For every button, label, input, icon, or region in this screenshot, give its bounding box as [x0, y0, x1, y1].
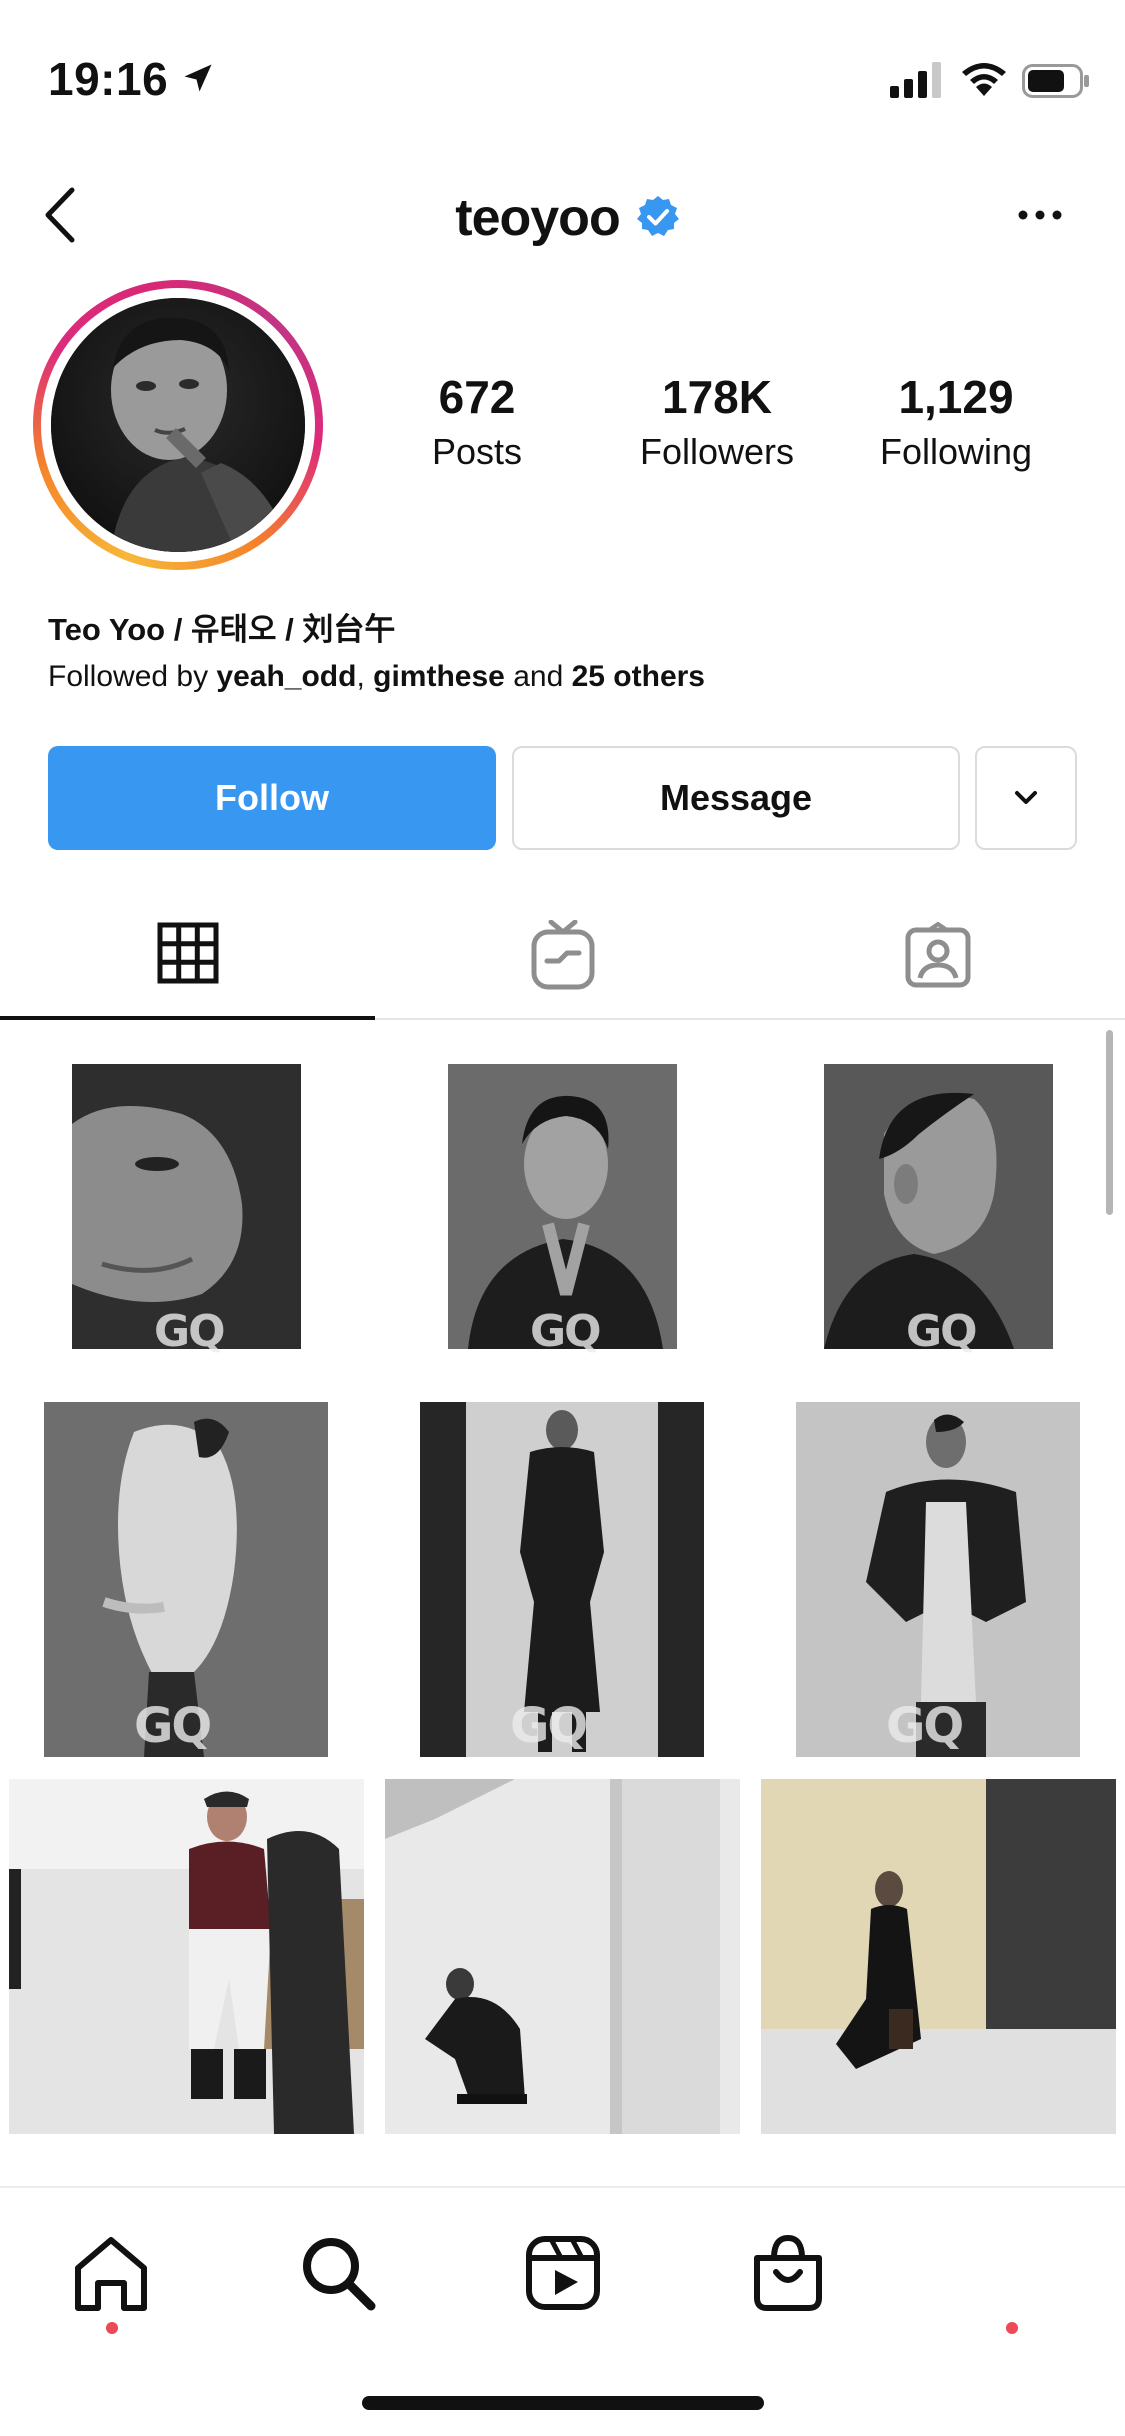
following-label: Following — [879, 430, 1033, 472]
mutual-follower-2[interactable]: gimthese — [373, 660, 505, 693]
grid-icon — [157, 922, 218, 984]
followed-by-and: and — [504, 660, 572, 693]
post-thumbnail[interactable] — [761, 1779, 1116, 2134]
message-button-label: Message — [659, 777, 813, 818]
avatar[interactable] — [51, 298, 305, 552]
followers-count: 178K — [662, 371, 772, 423]
suggested-dropdown-button[interactable] — [975, 746, 1077, 850]
battery-icon — [1022, 64, 1089, 98]
post-thumbnail[interactable]: GQ — [761, 1026, 1116, 1381]
stat-following[interactable]: 1,129 Following — [836, 372, 1076, 473]
stat-posts[interactable]: 672 Posts — [357, 372, 597, 473]
cellular-signal-icon — [890, 62, 941, 98]
following-count: 1,129 — [898, 371, 1014, 423]
location-arrow-icon — [184, 64, 212, 92]
gq-watermark: GQ — [886, 1698, 964, 1754]
story-ring[interactable] — [33, 280, 323, 570]
chevron-down-icon — [1015, 791, 1037, 804]
more-options-icon[interactable] — [1015, 200, 1065, 230]
followed-by-prefix: Followed by — [48, 660, 217, 693]
profile-notification-dot — [1006, 2322, 1018, 2334]
tab-tagged[interactable] — [750, 890, 1125, 1020]
post-thumbnail[interactable]: GQ — [9, 1026, 364, 1381]
verified-badge-icon — [637, 196, 679, 236]
mutual-follower-1[interactable]: yeah_odd — [216, 660, 356, 693]
followed-by-text[interactable]: Followed by yeah_odd, gimthese and 25 ot… — [48, 660, 705, 694]
gq-watermark: GQ — [510, 1698, 588, 1754]
home-indicator[interactable] — [362, 2396, 764, 2410]
gq-watermark: GQ — [154, 1306, 226, 1357]
gq-watermark: GQ — [906, 1306, 978, 1357]
posts-count: 672 — [438, 371, 516, 423]
stat-followers[interactable]: 178K Followers — [597, 372, 837, 473]
profile-header: teoyoo — [0, 160, 1125, 270]
post-photo — [9, 1779, 364, 2134]
post-thumbnail[interactable]: GQ — [385, 1026, 740, 1381]
follow-button[interactable]: Follow — [48, 746, 496, 850]
followers-label: Followers — [639, 430, 795, 472]
posts-label: Posts — [431, 430, 523, 472]
post-thumbnail[interactable]: GQ — [761, 1402, 1116, 1757]
tagged-person-icon — [905, 922, 970, 988]
gq-watermark: GQ — [134, 1698, 212, 1754]
shop-icon[interactable] — [743, 2228, 833, 2318]
status-time: 19:16 — [48, 53, 169, 105]
mutual-followers-others[interactable]: 25 others — [572, 660, 705, 693]
gq-watermark: GQ — [530, 1306, 602, 1357]
followed-by-separator: , — [356, 660, 374, 693]
reels-icon[interactable] — [518, 2228, 608, 2318]
avatar-photo — [51, 298, 305, 552]
post-photo — [761, 1779, 1116, 2134]
profile-tabs — [0, 890, 1125, 1020]
post-photo — [385, 1779, 740, 2134]
grid-scrollbar[interactable] — [1106, 1030, 1113, 1215]
tab-posts-grid[interactable] — [0, 890, 375, 1020]
follow-button-label: Follow — [215, 777, 329, 818]
status-bar: 19:16 — [0, 0, 1125, 150]
igtv-icon — [531, 920, 594, 990]
post-thumbnail[interactable] — [385, 1779, 740, 2134]
profile-icon[interactable] — [968, 2228, 1058, 2318]
profile-full-name: Teo Yoo / 유태오 / 刘台午 — [48, 612, 396, 647]
search-icon[interactable] — [293, 2228, 383, 2318]
home-notification-dot — [106, 2322, 118, 2334]
posts-grid: GQ GQ GQ GQ GQ GQ — [0, 1026, 1125, 2136]
post-thumbnail[interactable] — [9, 1779, 364, 2134]
home-icon[interactable] — [66, 2228, 156, 2318]
message-button[interactable]: Message — [512, 746, 960, 850]
tab-igtv[interactable] — [375, 890, 750, 1020]
post-thumbnail[interactable]: GQ — [385, 1402, 740, 1757]
wifi-icon — [962, 63, 1006, 96]
post-thumbnail[interactable]: GQ — [9, 1402, 364, 1757]
profile-username: teoyoo — [455, 189, 620, 247]
